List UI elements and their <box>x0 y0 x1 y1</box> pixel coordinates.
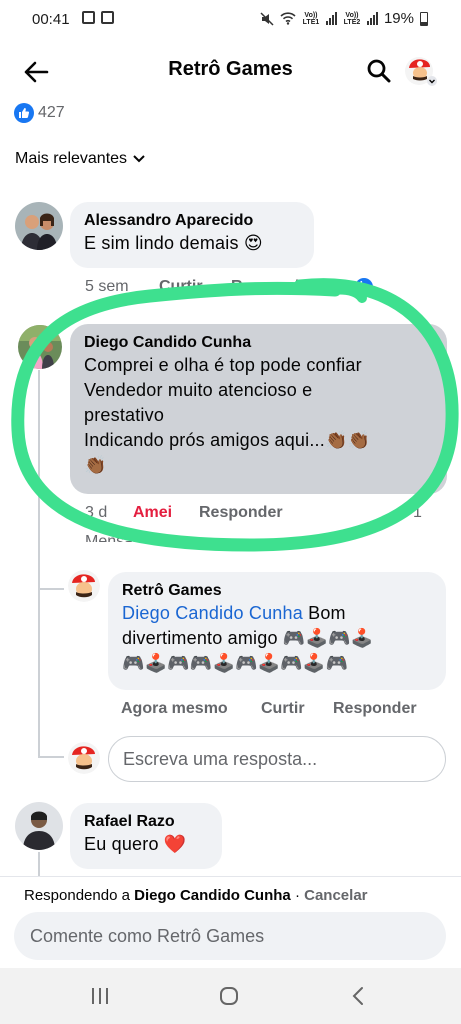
thread-branch <box>38 756 64 758</box>
comment-text-line: 👏🏾 <box>84 455 107 475</box>
user-photo-icon <box>18 325 62 369</box>
reactions-summary[interactable]: 427 <box>14 103 65 123</box>
reply-bubble[interactable]: Retrô Games Diego Candido Cunha Bom dive… <box>108 572 446 690</box>
comment-text: E sim lindo demais 😍 <box>84 233 263 253</box>
comment-time: 3 d <box>85 504 108 521</box>
comment-actions: 3 d Amei Responder 1 <box>85 504 422 522</box>
back-icon <box>352 987 363 1005</box>
avatar[interactable] <box>68 570 100 602</box>
comment-text-line: prestativo <box>84 405 165 425</box>
search-button[interactable] <box>362 54 396 88</box>
chevron-down-icon <box>133 155 145 163</box>
replying-bar: Respondendo a Diego Candido Cunha · Canc… <box>0 876 461 968</box>
mario-avatar-icon <box>68 570 100 602</box>
reaction-count: 2 <box>343 278 352 295</box>
comment-actions: 5 sem Curtir Responder 2 <box>85 278 373 296</box>
comment-bubble[interactable]: Alessandro Aparecido E sim lindo demais … <box>70 202 314 268</box>
reply-author[interactable]: Retrô Games <box>122 581 432 601</box>
comment-bubble[interactable]: Diego Candido Cunha Comprei e olha é top… <box>70 324 447 494</box>
reaction-count: 427 <box>38 104 65 121</box>
reply-input-placeholder: Escreva uma resposta... <box>123 748 318 769</box>
replying-name: Diego Candido Cunha <box>134 887 291 904</box>
recents-button[interactable] <box>80 980 120 1012</box>
reply-text-line: Diego Candido Cunha Bom <box>122 601 432 626</box>
home-icon <box>220 987 238 1005</box>
mario-avatar-icon <box>68 742 100 774</box>
status-notification-icons <box>82 11 114 24</box>
like-button[interactable]: Curtir <box>159 278 231 296</box>
comment-text-line: Indicando prós amigos aqui...👏🏾👏🏾 <box>84 430 371 450</box>
screenshot-icon <box>101 11 114 24</box>
thread-branch <box>38 588 64 590</box>
like-icon <box>354 278 373 296</box>
avatar[interactable] <box>18 325 62 369</box>
lte1-label: Vo)) LTE1 <box>302 11 320 26</box>
comment-text-line: Vendedor muito atencioso e <box>84 380 313 400</box>
wifi-icon <box>280 12 296 25</box>
reply-time: Agora mesmo <box>121 700 228 717</box>
comment-input[interactable]: Comente como Retrô Games <box>14 912 446 960</box>
replying-prefix: Respondendo a <box>24 887 130 904</box>
signal-icon <box>366 12 378 25</box>
status-bar: 00:41 Vo)) LTE1 Vo)) LTE2 19% <box>0 0 461 40</box>
recents-icon <box>92 988 108 1004</box>
replying-indicator: Respondendo a Diego Candido Cunha · Canc… <box>24 887 368 904</box>
love-reaction-button[interactable]: Amei <box>133 504 199 522</box>
cancel-reply-button[interactable]: Cancelar <box>304 887 367 904</box>
comment-input-placeholder: Comente como Retrô Games <box>30 925 265 946</box>
like-icon <box>14 103 34 123</box>
user-photo-icon <box>15 202 63 250</box>
reply-text: Bom <box>308 603 346 623</box>
comment-bubble[interactable]: Rafael Razo Eu quero ❤️ <box>70 803 222 869</box>
comment-author[interactable]: Diego Candido Cunha <box>84 333 433 353</box>
reply-text-line: divertimento amigo 🎮🕹️🎮🕹️ <box>122 628 374 648</box>
partial-label: Mensagem <box>85 533 165 542</box>
reply-input[interactable]: Escreva uma resposta... <box>108 736 446 782</box>
battery-percent: 19% <box>383 10 414 27</box>
user-photo-icon <box>15 802 63 850</box>
comment-author[interactable]: Alessandro Aparecido <box>84 211 300 231</box>
comment-text-line: Comprei e olha é top pode confiar <box>84 355 362 375</box>
mention-link[interactable]: Diego Candido Cunha <box>122 603 303 623</box>
search-icon <box>367 59 391 83</box>
sort-label: Mais relevantes <box>15 150 128 167</box>
like-button[interactable]: Curtir <box>261 700 333 718</box>
reply-actions: Agora mesmo Curtir Responder <box>121 700 417 718</box>
app-header: Retrô Games <box>0 40 461 102</box>
thread-line <box>38 852 40 876</box>
page-avatar[interactable] <box>404 54 438 88</box>
avatar[interactable] <box>15 202 63 250</box>
status-right-group: Vo)) LTE1 Vo)) LTE2 19% <box>260 10 428 27</box>
sort-dropdown[interactable]: Mais relevantes <box>15 150 145 168</box>
comment-author[interactable]: Rafael Razo <box>84 812 208 832</box>
system-nav-bar <box>0 968 461 1024</box>
reply-button[interactable]: Responder <box>199 504 413 522</box>
thread-line <box>38 370 40 758</box>
mute-icon <box>260 11 274 26</box>
status-time: 00:41 <box>32 11 70 28</box>
comment-text: Eu quero ❤️ <box>84 834 187 854</box>
signal-icon <box>325 12 337 25</box>
avatar[interactable] <box>15 802 63 850</box>
battery-icon <box>420 11 428 26</box>
system-back-button[interactable] <box>338 980 378 1012</box>
lte2-label: Vo)) LTE2 <box>343 11 361 26</box>
avatar <box>68 742 100 774</box>
reply-button[interactable]: Responder <box>333 700 417 718</box>
reply-button[interactable]: Responder <box>231 278 343 296</box>
mario-avatar-icon <box>405 57 437 86</box>
replying-separator: · <box>290 887 305 904</box>
reply-text-line: 🎮🕹️🎮🎮🕹️🎮🕹️🎮🕹️🎮 <box>122 653 349 673</box>
reaction-count: 1 <box>413 504 422 521</box>
gallery-icon <box>82 11 95 24</box>
comment-time: 5 sem <box>85 278 129 295</box>
home-button[interactable] <box>209 980 249 1012</box>
